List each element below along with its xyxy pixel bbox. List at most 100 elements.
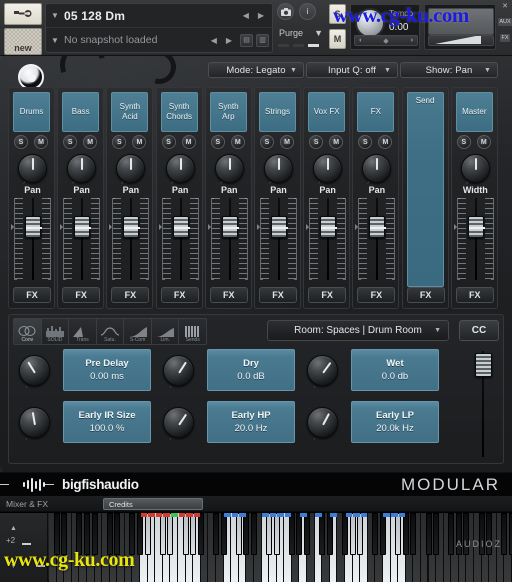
pan-knob[interactable] xyxy=(460,154,490,183)
header-solo-button[interactable]: S xyxy=(329,4,346,24)
snapshot-prev-icon[interactable]: ◀ xyxy=(211,36,217,45)
channel-fader[interactable] xyxy=(355,198,396,280)
piano-black-key[interactable] xyxy=(342,513,349,555)
channel-name-button[interactable]: Strings xyxy=(259,92,296,132)
fader-handle[interactable] xyxy=(369,216,387,238)
pan-knob[interactable] xyxy=(67,154,97,183)
channel-name-button[interactable]: Synth Chords xyxy=(160,92,198,132)
channel-fx-button[interactable]: FX xyxy=(357,287,396,303)
piano-black-key[interactable] xyxy=(220,513,227,555)
piano-black-key[interactable] xyxy=(266,513,273,555)
channel-fader[interactable] xyxy=(11,198,51,280)
input-quantize-dropdown[interactable]: Input Q: off ▼ xyxy=(306,62,398,78)
channel-fx-button[interactable]: FX xyxy=(308,287,347,303)
channel-fx-button[interactable]: FX xyxy=(160,287,199,303)
tab-mixer-and-fx[interactable]: Mixer & FX xyxy=(6,499,48,509)
fader-handle[interactable] xyxy=(172,216,190,238)
channel-name-button[interactable]: Master xyxy=(455,92,493,132)
fx-tab[interactable]: S-Com xyxy=(124,319,152,344)
mode-dropdown[interactable]: Mode: Legato ▼ xyxy=(208,62,304,78)
piano-black-key[interactable] xyxy=(410,513,417,555)
fx-tab[interactable]: Trans xyxy=(69,319,97,344)
piano-black-key[interactable] xyxy=(250,513,257,555)
fx-parameter-knob[interactable] xyxy=(163,355,194,386)
fx-parameter-display[interactable]: Early IR Size 100.0 % xyxy=(63,401,151,443)
piano-black-key[interactable] xyxy=(159,513,166,555)
pan-knob[interactable] xyxy=(313,154,343,183)
tempo-sync-bar[interactable]: ◖ ◆ ◗ xyxy=(354,35,418,46)
channel-name-button[interactable]: FX xyxy=(357,92,395,132)
channel-fx-button[interactable]: FX xyxy=(259,287,297,303)
purge-menu[interactable]: Purge ▼ xyxy=(277,25,325,40)
channel-solo-button[interactable]: S xyxy=(112,135,127,149)
channel-fader[interactable] xyxy=(158,198,199,280)
chevron-down-icon-snapshot[interactable]: ▼ xyxy=(46,36,64,45)
fx-parameter-knob[interactable] xyxy=(19,407,50,438)
fx-fader-handle[interactable] xyxy=(475,353,492,377)
octave-up-icon[interactable]: ▲ xyxy=(10,525,17,532)
piano-black-key[interactable] xyxy=(319,513,326,555)
piano-black-key[interactable] xyxy=(326,513,333,555)
fx-parameter-display[interactable]: Early LP 20.0k Hz xyxy=(351,401,439,443)
piano-black-key[interactable] xyxy=(288,513,295,555)
tune-right-icon[interactable]: ◗ xyxy=(410,37,414,44)
channel-mute-button[interactable]: M xyxy=(181,135,196,149)
piano-black-key[interactable] xyxy=(425,513,432,555)
camera-icon[interactable] xyxy=(277,3,294,20)
close-icon[interactable]: ✕ xyxy=(502,2,508,10)
channel-fx-button[interactable]: FX xyxy=(62,287,101,303)
piano-black-key[interactable] xyxy=(349,513,356,555)
channel-fader[interactable] xyxy=(207,198,248,280)
tab-credits[interactable]: Credits xyxy=(103,498,203,510)
channel-solo-button[interactable]: S xyxy=(456,135,471,149)
channel-fx-button[interactable]: FX xyxy=(455,287,494,303)
channel-name-button[interactable]: Synth Acid xyxy=(111,92,149,132)
fader-handle[interactable] xyxy=(25,216,42,238)
channel-name-button[interactable]: Drums xyxy=(13,92,50,132)
channel-solo-button[interactable]: S xyxy=(210,135,225,149)
fx-parameter-knob[interactable] xyxy=(19,355,50,386)
piano-black-key[interactable] xyxy=(182,513,189,555)
channel-solo-button[interactable]: S xyxy=(161,135,176,149)
tempo-knob[interactable] xyxy=(355,8,385,38)
instrument-nav[interactable]: ◀ ▶ xyxy=(243,11,272,20)
channel-solo-button[interactable]: S xyxy=(260,135,274,149)
channel-name-button[interactable]: Send xyxy=(406,92,444,287)
channel-solo-button[interactable]: S xyxy=(63,135,78,149)
piano-black-key[interactable] xyxy=(372,513,379,555)
piano-black-key[interactable] xyxy=(144,513,151,555)
fx-parameter-display[interactable]: Dry 0.0 dB xyxy=(207,349,295,391)
piano-black-key[interactable] xyxy=(501,513,508,555)
instrument-name-row[interactable]: ▼ 05 128 Dm ◀ ▶ xyxy=(46,4,272,28)
channel-fx-button[interactable]: FX xyxy=(406,287,445,303)
channel-solo-button[interactable]: S xyxy=(309,135,324,149)
channel-mute-button[interactable]: M xyxy=(230,135,245,149)
fader-handle[interactable] xyxy=(123,216,141,238)
copy-icon[interactable]: ▥ xyxy=(256,33,269,47)
fader-handle[interactable] xyxy=(74,216,92,238)
wrench-icon[interactable] xyxy=(4,3,42,25)
fader-handle[interactable] xyxy=(221,216,239,238)
channel-mute-button[interactable]: M xyxy=(83,135,98,149)
piano-black-key[interactable] xyxy=(395,513,402,555)
channel-mute-button[interactable]: M xyxy=(280,135,294,149)
pan-knob[interactable] xyxy=(165,154,195,183)
channel-solo-button[interactable]: S xyxy=(14,135,28,149)
fx-tag[interactable]: FX xyxy=(500,34,510,42)
fx-tab[interactable]: Sends xyxy=(179,319,206,344)
pan-knob[interactable] xyxy=(18,154,47,183)
piano-black-key[interactable] xyxy=(273,513,280,555)
fx-parameter-display[interactable]: Wet 0.0 db xyxy=(351,349,439,391)
fx-parameter-display[interactable]: Early HP 20.0 Hz xyxy=(207,401,295,443)
chevron-down-icon[interactable]: ▼ xyxy=(46,11,64,20)
snapshot-next-icon[interactable]: ▶ xyxy=(226,36,232,45)
aux-tag[interactable]: AUX xyxy=(498,18,512,26)
piano-black-key[interactable] xyxy=(402,513,409,555)
channel-fader[interactable] xyxy=(257,198,297,280)
snapshot-nav[interactable]: ◀ ▶ xyxy=(211,36,240,45)
fx-tab[interactable]: SOLID xyxy=(42,319,70,344)
channel-fader[interactable] xyxy=(60,198,101,280)
piano-black-key[interactable] xyxy=(379,513,386,555)
fader-handle[interactable] xyxy=(467,216,485,238)
piano-black-key[interactable] xyxy=(190,513,197,555)
